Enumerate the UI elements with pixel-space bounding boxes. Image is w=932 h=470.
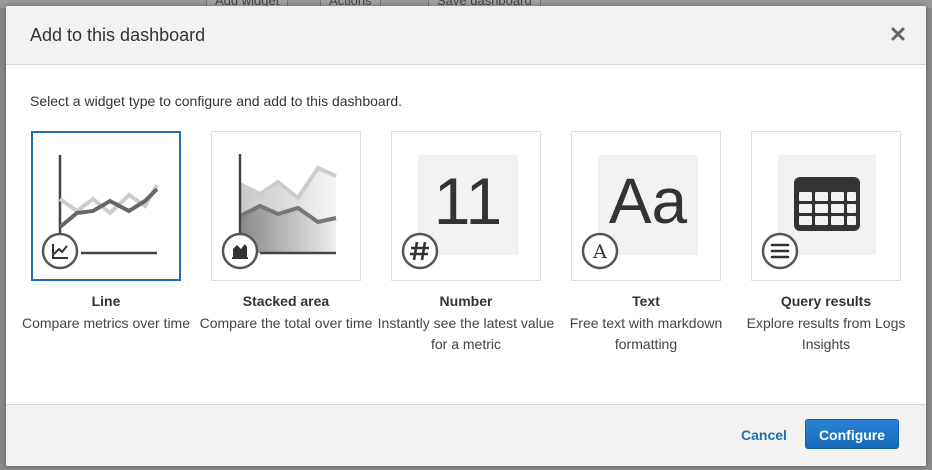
line-widget-tile[interactable] — [31, 131, 181, 281]
query-results-widget-tile[interactable] — [751, 131, 901, 281]
widget-description: Compare metrics over time — [21, 315, 191, 331]
widget-name: Line — [91, 293, 121, 309]
widget-description: Free text with markdown formatting — [569, 315, 723, 352]
modal-header: Add to this dashboard — [6, 6, 926, 65]
configure-button[interactable]: Configure — [805, 419, 899, 449]
widget-description: Compare the total over time — [199, 315, 373, 331]
widget-name: Number — [439, 293, 493, 309]
line-chart-icon — [41, 155, 159, 270]
text-widget-tile[interactable]: Aa A — [571, 131, 721, 281]
font-icon: A — [581, 232, 619, 270]
modal-footer: Cancel Configure — [6, 404, 926, 466]
stacked-area-widget-tile[interactable] — [211, 131, 361, 281]
widget-name: Stacked area — [242, 293, 330, 309]
modal-title: Add to this dashboard — [30, 25, 206, 45]
close-icon — [891, 27, 905, 41]
widget-description: Instantly see the latest value for a met… — [377, 315, 555, 352]
widget-description: Explore results from Logs Insights — [746, 315, 906, 352]
intro-text: Select a widget type to configure and ad… — [30, 93, 403, 109]
table-icon — [761, 155, 876, 270]
hash-icon — [401, 232, 439, 270]
widget-name: Query results — [780, 293, 872, 309]
add-to-dashboard-modal: Add to this dashboard Select a widget ty… — [6, 6, 926, 466]
modal-body: Select a widget type to configure and ad… — [6, 65, 926, 405]
cancel-button[interactable]: Cancel — [741, 427, 787, 443]
svg-text:A: A — [592, 241, 607, 263]
stacked-area-icon — [221, 154, 337, 270]
widget-name: Text — [632, 293, 660, 309]
close-button[interactable] — [888, 24, 908, 44]
number-widget-tile[interactable]: 11 — [391, 131, 541, 281]
